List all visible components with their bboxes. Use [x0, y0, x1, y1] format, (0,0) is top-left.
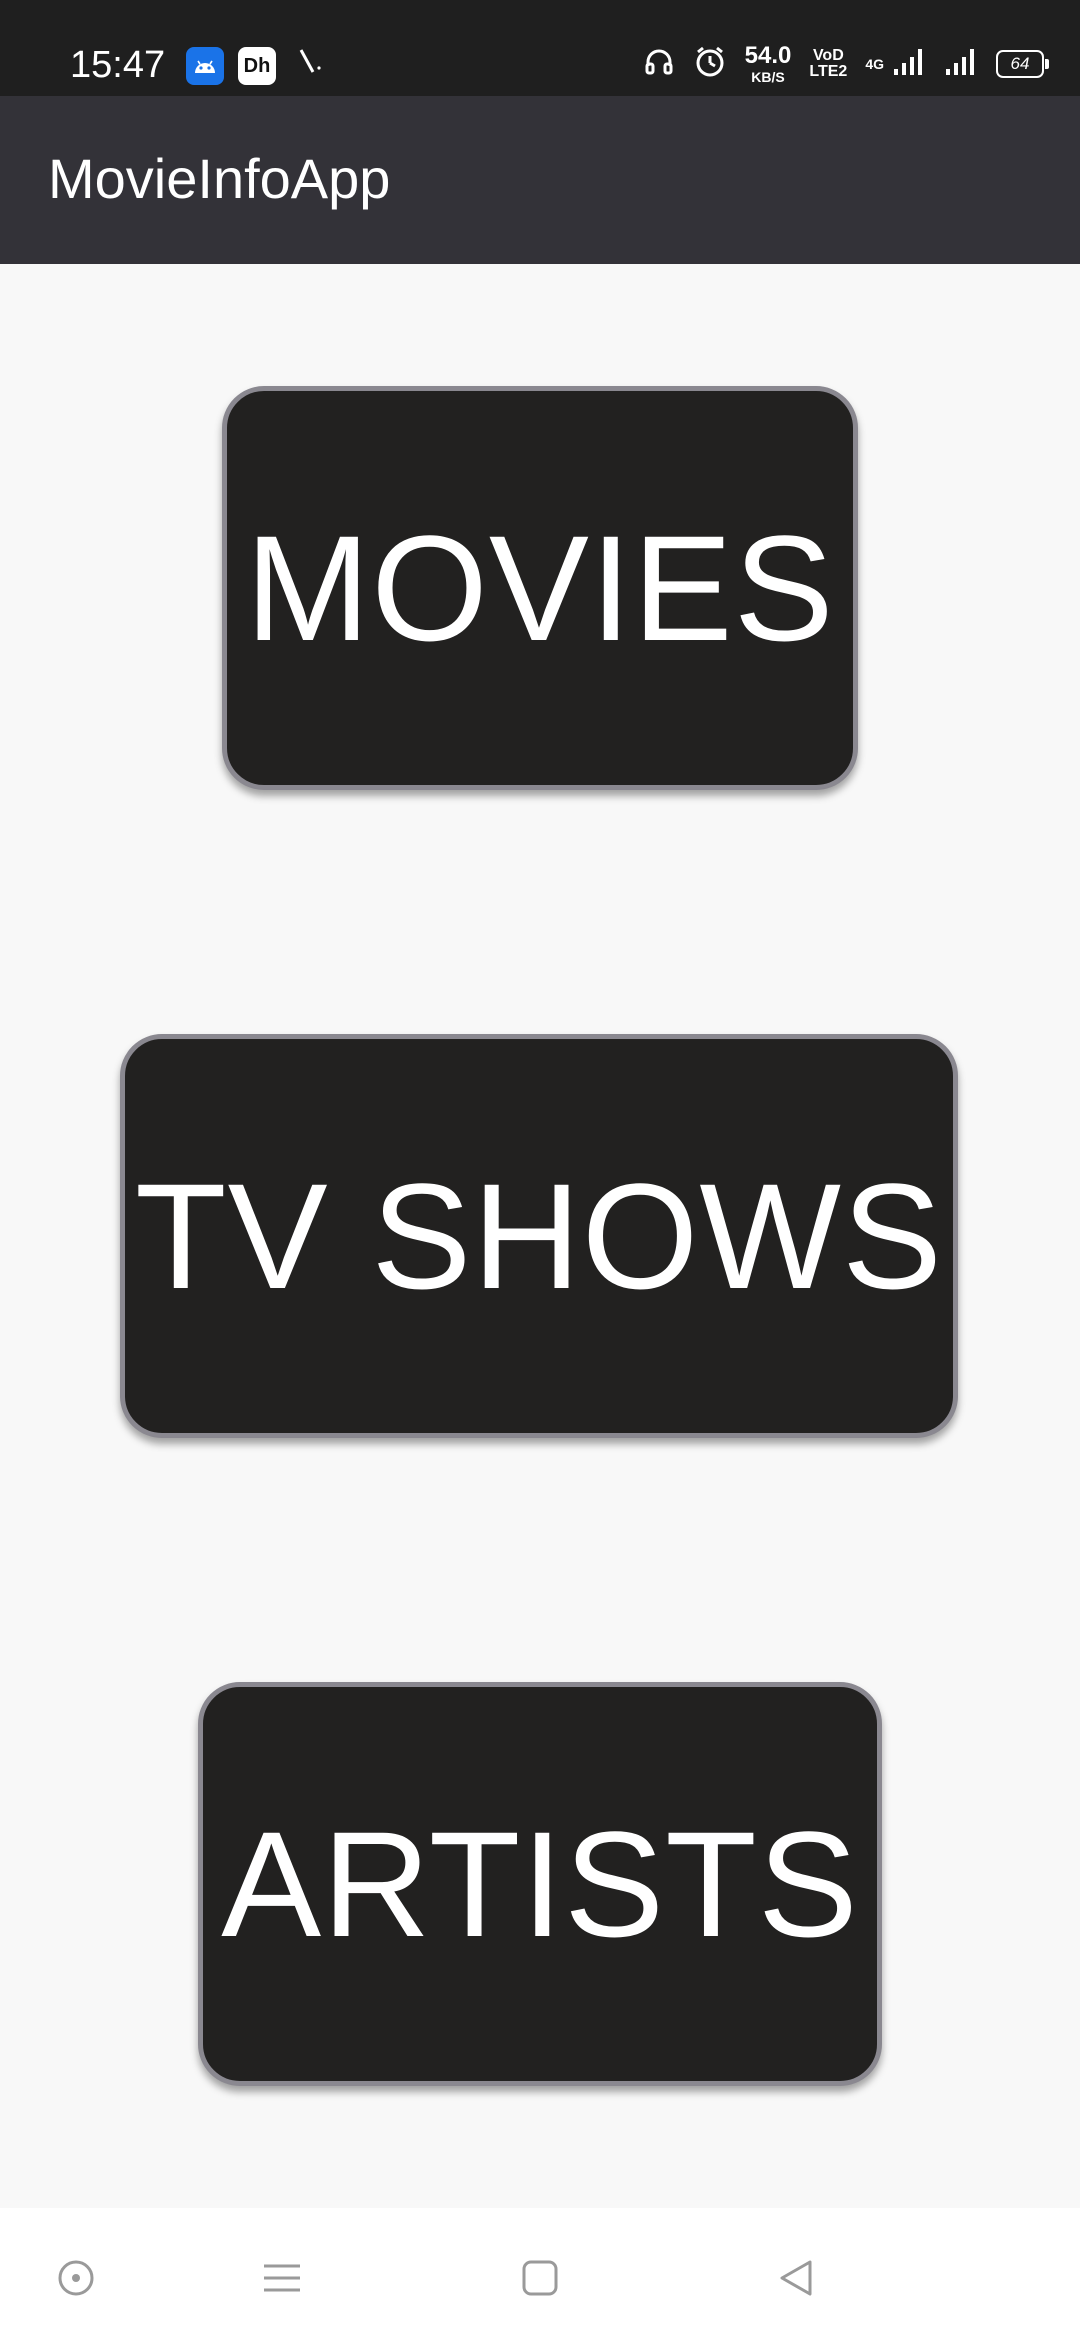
headphones-icon — [643, 46, 675, 83]
home-square-icon[interactable] — [510, 2248, 570, 2308]
disney-hotstar-icon: Dh — [238, 47, 276, 85]
battery-level: 64 — [1010, 54, 1030, 73]
main-content: MOVIES TV SHOWS ARTISTS — [0, 264, 1080, 2208]
signal-icon — [944, 47, 978, 82]
network-speed: 54.0 KB/S — [744, 42, 792, 85]
battery-icon: 64 — [996, 50, 1049, 78]
android-app-icon — [186, 47, 224, 85]
back-triangle-icon[interactable] — [766, 2248, 826, 2308]
movies-button[interactable]: MOVIES — [222, 386, 858, 790]
alarm-icon — [693, 45, 727, 84]
status-bar: 15:47 Dh 54.0 KB/S VoD LTE2 4G 64 — [0, 0, 1080, 96]
notification-icons: Dh — [186, 46, 328, 86]
volte-top: VoD — [812, 47, 844, 64]
network-speed-unit: KB/S — [751, 69, 785, 85]
menu-icon[interactable] — [252, 2248, 312, 2308]
navigation-bar — [0, 2208, 1080, 2340]
tv-shows-button[interactable]: TV SHOWS — [120, 1034, 958, 1438]
volte-bottom: LTE2 — [809, 63, 848, 80]
signal-icon — [892, 47, 926, 82]
app-bar: MovieInfoApp — [0, 96, 1080, 264]
artists-button[interactable]: ARTISTS — [198, 1682, 882, 2086]
network-speed-value: 54.0 — [744, 42, 792, 69]
slash-icon — [290, 46, 328, 86]
app-title: MovieInfoApp — [48, 147, 391, 210]
system-status-icons: 54.0 KB/S VoD LTE2 4G 64 — [643, 42, 1049, 85]
circle-dot-icon[interactable] — [46, 2248, 106, 2308]
status-time: 15:47 — [70, 44, 166, 86]
volte-indicator: VoD LTE2 — [809, 48, 847, 80]
network-type-label: 4G — [865, 56, 884, 72]
